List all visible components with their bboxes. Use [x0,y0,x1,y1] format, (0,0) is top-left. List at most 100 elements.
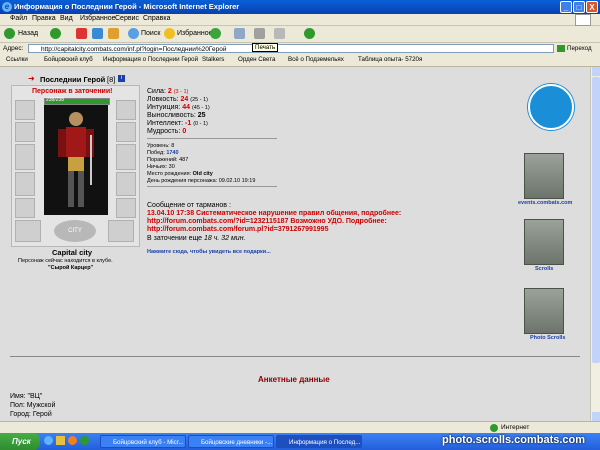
go-arrow-icon[interactable] [557,45,565,52]
scroll-thumb[interactable] [592,77,600,363]
character-frame: Персонаж в заточении! 238/238 CITY [11,85,140,247]
task-info-hero[interactable]: Информация о Послед... [276,435,362,448]
go-button[interactable]: Переход [567,45,592,52]
scroll-slot[interactable] [108,220,134,242]
stat-agility: Ловкость: 24 (25 - 1) [147,96,208,103]
character-avatar [44,105,108,215]
link-info-hero[interactable]: Информация о Последнии Герой [103,56,198,63]
link-exp-table[interactable]: Таблица опыта- 5720я [358,56,422,63]
gifts-link[interactable]: Нажмите сюда, чтобы увидеть все подарки.… [147,249,271,255]
search-label[interactable]: Поиск [141,30,160,37]
internet-zone-label: Интернет [501,424,530,431]
weapon-slot[interactable] [15,144,35,170]
watermark-text: photo.scrolls.combats.com [442,434,586,446]
link-stalkers[interactable]: Stalkers [202,56,224,63]
toolbar: Назад Поиск Избранное Печать [0,26,600,52]
photo-scrolls-banner[interactable] [524,288,564,334]
favorites-star-icon[interactable] [164,28,175,39]
boots-slot[interactable] [116,198,136,218]
anketa-city: Город: Герой [10,411,52,418]
earring-slot[interactable] [116,100,136,120]
minimize-button[interactable]: _ [560,1,572,13]
gloves-slot[interactable] [116,172,136,196]
edit-icon[interactable] [274,28,285,39]
link-order-light[interactable]: Орден Света [238,56,275,63]
ring-slot[interactable] [116,122,136,142]
record-losses: Поражений: 487 [147,157,189,163]
room-name: "Сырой Карцер" [48,265,94,271]
print-tooltip: Печать [252,43,279,52]
menu-bar: Файл Правка Вид Избранное Сервис Справка [0,14,600,26]
anketa-header: Анкетные данные [258,375,330,384]
scrolls-banner[interactable] [524,219,564,265]
taskbar: Пуск Бойцовский клуб - Micr... Бойцовски… [0,433,600,450]
address-url: http://capitalcity.combats.com/inf.pl?lo… [41,46,227,53]
arrow-icon: ➜ [28,74,35,83]
menu-edit[interactable]: Правка [32,15,56,22]
menu-favorites[interactable]: Избранное [80,15,115,22]
quicklaunch-ie-icon[interactable] [44,436,53,445]
amulet-slot[interactable] [15,122,35,142]
mail-icon[interactable] [234,28,245,39]
jail-status: Персонаж в заточении! [32,88,113,95]
address-label: Адрес: [3,45,24,52]
pet-slot[interactable] [15,220,41,242]
scrolls-logo-icon[interactable] [528,84,574,130]
maximize-button[interactable]: □ [573,1,585,13]
link-combats-club[interactable]: Бойцовский клуб [44,56,93,63]
scroll-down-icon[interactable] [592,412,600,421]
message-line-2[interactable]: http://forum.combats.com/?id=1232115187 … [147,218,387,225]
city-name: Capital city [52,248,93,257]
favorites-label[interactable]: Избранное [177,30,212,37]
link-dungeons[interactable]: Всё о Подземельях [288,56,344,63]
message-header: Сообщение от тарманов : [147,202,231,209]
record-level: Уровень: 8 [147,143,175,149]
start-button[interactable]: Пуск [0,433,40,450]
menu-file[interactable]: Файл [10,15,27,22]
message-line-3[interactable]: http://forum.combats.com/forum.pl?id=379… [147,226,328,233]
links-bar: Ссылки Бойцовский клуб Информация о Посл… [0,55,600,67]
print-icon[interactable] [254,28,265,39]
quicklaunch-folder-icon[interactable] [56,436,65,445]
events-caption[interactable]: events.combats.com [518,200,572,206]
refresh-icon[interactable] [92,28,103,39]
ie-icon: e [2,2,12,12]
menu-view[interactable]: Вид [60,15,73,22]
window-title: Информация о Последнии Герой - Microsoft… [14,2,240,11]
anketa-divider [10,356,580,357]
photo-scrolls-caption[interactable]: Photo Scrolls [530,335,565,341]
address-input[interactable]: http://capitalcity.combats.com/inf.pl?lo… [28,44,554,53]
anketa-name: Имя: "ВЦ" [10,393,43,400]
quicklaunch-icq-icon[interactable] [80,436,89,445]
city-emblem: CITY [54,220,96,242]
back-label[interactable]: Назад [18,30,38,37]
menu-tools[interactable]: Сервис [115,15,139,22]
helmet-slot[interactable] [15,100,35,120]
character-name: Последнии Герой [40,75,106,84]
media-icon[interactable] [210,28,221,39]
records-divider [147,186,277,187]
belt-slot[interactable] [15,198,35,218]
character-level: [8] [107,75,116,84]
search-icon[interactable] [128,28,139,39]
task-combats-club[interactable]: Бойцовский клуб - Micr... [100,435,186,448]
messenger-icon[interactable] [304,28,315,39]
back-arrow-icon[interactable] [4,28,15,39]
scroll-up-icon[interactable] [592,67,600,76]
shield-slot[interactable] [116,144,136,170]
address-bar: Адрес: http://capitalcity.combats.com/in… [0,43,600,54]
task-combats-diaries[interactable]: Бойцовские дневники -... [188,435,274,448]
info-icon[interactable]: i [118,75,125,82]
home-icon[interactable] [108,28,119,39]
quicklaunch-media-icon[interactable] [68,436,77,445]
menu-help[interactable]: Справка [143,15,170,22]
forward-arrow-icon[interactable] [50,28,61,39]
vertical-scrollbar[interactable] [590,67,600,421]
links-label: Ссылки [6,56,28,63]
events-banner[interactable] [524,153,564,199]
close-button[interactable]: X [586,1,598,13]
scrolls-caption[interactable]: Scrolls [535,266,553,272]
armor-slot[interactable] [15,172,35,196]
stop-icon[interactable] [76,28,87,39]
warrior-figure-icon [58,112,94,207]
